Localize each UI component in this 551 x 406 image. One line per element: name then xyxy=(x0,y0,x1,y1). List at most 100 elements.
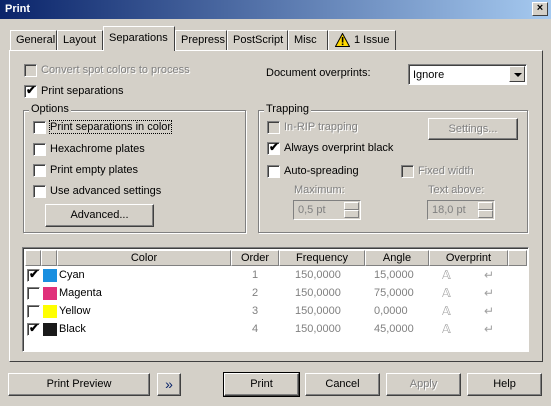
auto-spreading-label: Auto-spreading xyxy=(284,165,359,177)
convert-spot-checkbox[interactable] xyxy=(24,64,37,77)
always-overprint-black-checkbox[interactable]: ✔ xyxy=(267,140,280,155)
print-separations-checkbox[interactable]: ✔ xyxy=(24,83,37,98)
trapping-group-title: Trapping xyxy=(264,103,312,115)
in-rip-trapping-label: In-RIP trapping xyxy=(284,121,358,133)
table-header-order[interactable]: Order xyxy=(231,250,279,266)
print-empty-plates-checkbox[interactable] xyxy=(33,164,46,177)
text-above-value: 18,0 pt xyxy=(432,204,466,216)
warning-icon xyxy=(335,33,350,47)
color-name: Black xyxy=(59,323,86,335)
tab-separations[interactable]: Separations xyxy=(103,26,175,51)
use-advanced-settings-checkbox[interactable] xyxy=(33,185,46,198)
help-button[interactable]: Help xyxy=(467,373,542,396)
row-checkbox[interactable]: ✔ xyxy=(27,321,40,336)
always-overprint-black-label: Always overprint black xyxy=(284,142,394,154)
frequency-value: 150,0000 xyxy=(295,287,341,299)
table-header-check xyxy=(25,250,41,266)
overprint-outline-icon[interactable]: ↵ xyxy=(484,268,498,282)
hexachrome-plates-label: Hexachrome plates xyxy=(50,143,145,155)
print-empty-plates-label: Print empty plates xyxy=(50,164,139,176)
order-value: 3 xyxy=(252,305,259,317)
cancel-button[interactable]: Cancel xyxy=(305,373,380,396)
overprint-fill-icon[interactable]: 𝔸 xyxy=(442,322,456,336)
text-above-up-arrow[interactable] xyxy=(478,202,493,210)
tab-prepress[interactable]: Prepress xyxy=(175,30,227,50)
angle-value: 0,0000 xyxy=(374,305,408,317)
print-separations-in-color-label: Print separations in color xyxy=(48,120,173,134)
tab-layout[interactable]: Layout xyxy=(57,30,103,50)
apply-button[interactable]: Apply xyxy=(386,373,461,396)
frequency-value: 150,0000 xyxy=(295,323,341,335)
table-header-spacer xyxy=(508,250,527,266)
table-row[interactable]: ✔ Cyan 1 150,0000 15,0000 𝔸 ↵ xyxy=(25,267,527,285)
text-above-down-arrow[interactable] xyxy=(478,210,493,218)
overprint-fill-icon[interactable]: 𝔸 xyxy=(442,268,456,282)
order-value: 4 xyxy=(252,323,259,335)
color-swatch xyxy=(43,323,57,336)
overprint-outline-icon[interactable]: ↵ xyxy=(484,286,498,300)
table-header-color[interactable]: Color xyxy=(57,250,231,266)
angle-value: 15,0000 xyxy=(374,269,414,281)
options-group-title: Options xyxy=(29,103,71,115)
title-bar: Print × xyxy=(0,0,551,19)
print-separations-label: Print separations xyxy=(41,85,124,97)
maximum-label: Maximum: xyxy=(294,184,345,196)
hexachrome-plates-checkbox[interactable] xyxy=(33,143,46,156)
table-header-frequency[interactable]: Frequency xyxy=(279,250,365,266)
table-header-angle[interactable]: Angle xyxy=(365,250,429,266)
angle-value: 45,0000 xyxy=(374,323,414,335)
table-row[interactable]: ✔ Black 4 150,0000 45,0000 𝔸 ↵ xyxy=(25,321,527,339)
chevron-down-icon[interactable] xyxy=(509,66,525,82)
tab-issues[interactable]: 1 Issue xyxy=(328,30,396,50)
tab-misc[interactable]: Misc xyxy=(288,30,328,50)
overprint-outline-icon[interactable]: ↵ xyxy=(484,322,498,336)
overprint-outline-icon[interactable]: ↵ xyxy=(484,304,498,318)
row-checkbox[interactable] xyxy=(27,287,40,300)
table-row[interactable]: Magenta 2 150,0000 75,0000 𝔸 ↵ xyxy=(25,285,527,303)
use-advanced-settings-label: Use advanced settings xyxy=(50,185,162,197)
expand-preview-button[interactable]: » xyxy=(157,373,181,396)
document-overprints-label: Document overprints: xyxy=(266,67,371,79)
separations-table: Color Order Frequency Angle Overprint ✔ C… xyxy=(22,247,529,352)
auto-spreading-checkbox[interactable] xyxy=(267,165,280,178)
advanced-button[interactable]: Advanced... xyxy=(45,204,154,227)
overprint-fill-icon[interactable]: 𝔸 xyxy=(442,304,456,318)
maximum-up-arrow[interactable] xyxy=(344,202,359,210)
settings-button[interactable]: Settings... xyxy=(428,118,518,140)
tab-issues-label: 1 Issue xyxy=(354,34,390,46)
convert-spot-label: Convert spot colors to process xyxy=(41,64,190,76)
color-swatch xyxy=(43,305,57,318)
table-row[interactable]: Yellow 3 150,0000 0,0000 𝔸 ↵ xyxy=(25,303,527,321)
row-checkbox[interactable]: ✔ xyxy=(27,267,40,282)
maximum-down-arrow[interactable] xyxy=(344,210,359,218)
text-above-label: Text above: xyxy=(428,184,485,196)
tab-general[interactable]: General xyxy=(10,30,57,50)
frequency-value: 150,0000 xyxy=(295,305,341,317)
color-swatch xyxy=(43,287,57,300)
row-checkbox[interactable] xyxy=(27,305,40,318)
color-name: Magenta xyxy=(59,287,102,299)
close-button[interactable]: × xyxy=(532,2,548,16)
color-name: Yellow xyxy=(59,305,91,317)
tab-postscript[interactable]: PostScript xyxy=(227,30,288,50)
document-overprints-value: Ignore xyxy=(413,69,445,81)
table-header-overprint[interactable]: Overprint xyxy=(429,250,508,266)
color-swatch xyxy=(43,269,57,282)
order-value: 2 xyxy=(252,287,259,299)
window-title: Print xyxy=(5,3,31,15)
frequency-value: 150,0000 xyxy=(295,269,341,281)
document-overprints-select[interactable]: Ignore xyxy=(408,64,527,85)
angle-value: 75,0000 xyxy=(374,287,414,299)
maximum-value: 0,5 pt xyxy=(298,204,326,216)
print-separations-in-color-checkbox[interactable] xyxy=(33,121,46,134)
order-value: 1 xyxy=(252,269,259,281)
fixed-width-label: Fixed width xyxy=(418,165,474,177)
text-above-stepper[interactable]: 18,0 pt xyxy=(427,200,495,220)
maximum-stepper[interactable]: 0,5 pt xyxy=(293,200,361,220)
print-preview-button[interactable]: Print Preview xyxy=(8,373,150,396)
print-button[interactable]: Print xyxy=(223,372,300,397)
table-header-swatch xyxy=(41,250,57,266)
fixed-width-checkbox[interactable] xyxy=(401,165,414,178)
in-rip-trapping-checkbox[interactable] xyxy=(267,121,280,134)
overprint-fill-icon[interactable]: 𝔸 xyxy=(442,286,456,300)
